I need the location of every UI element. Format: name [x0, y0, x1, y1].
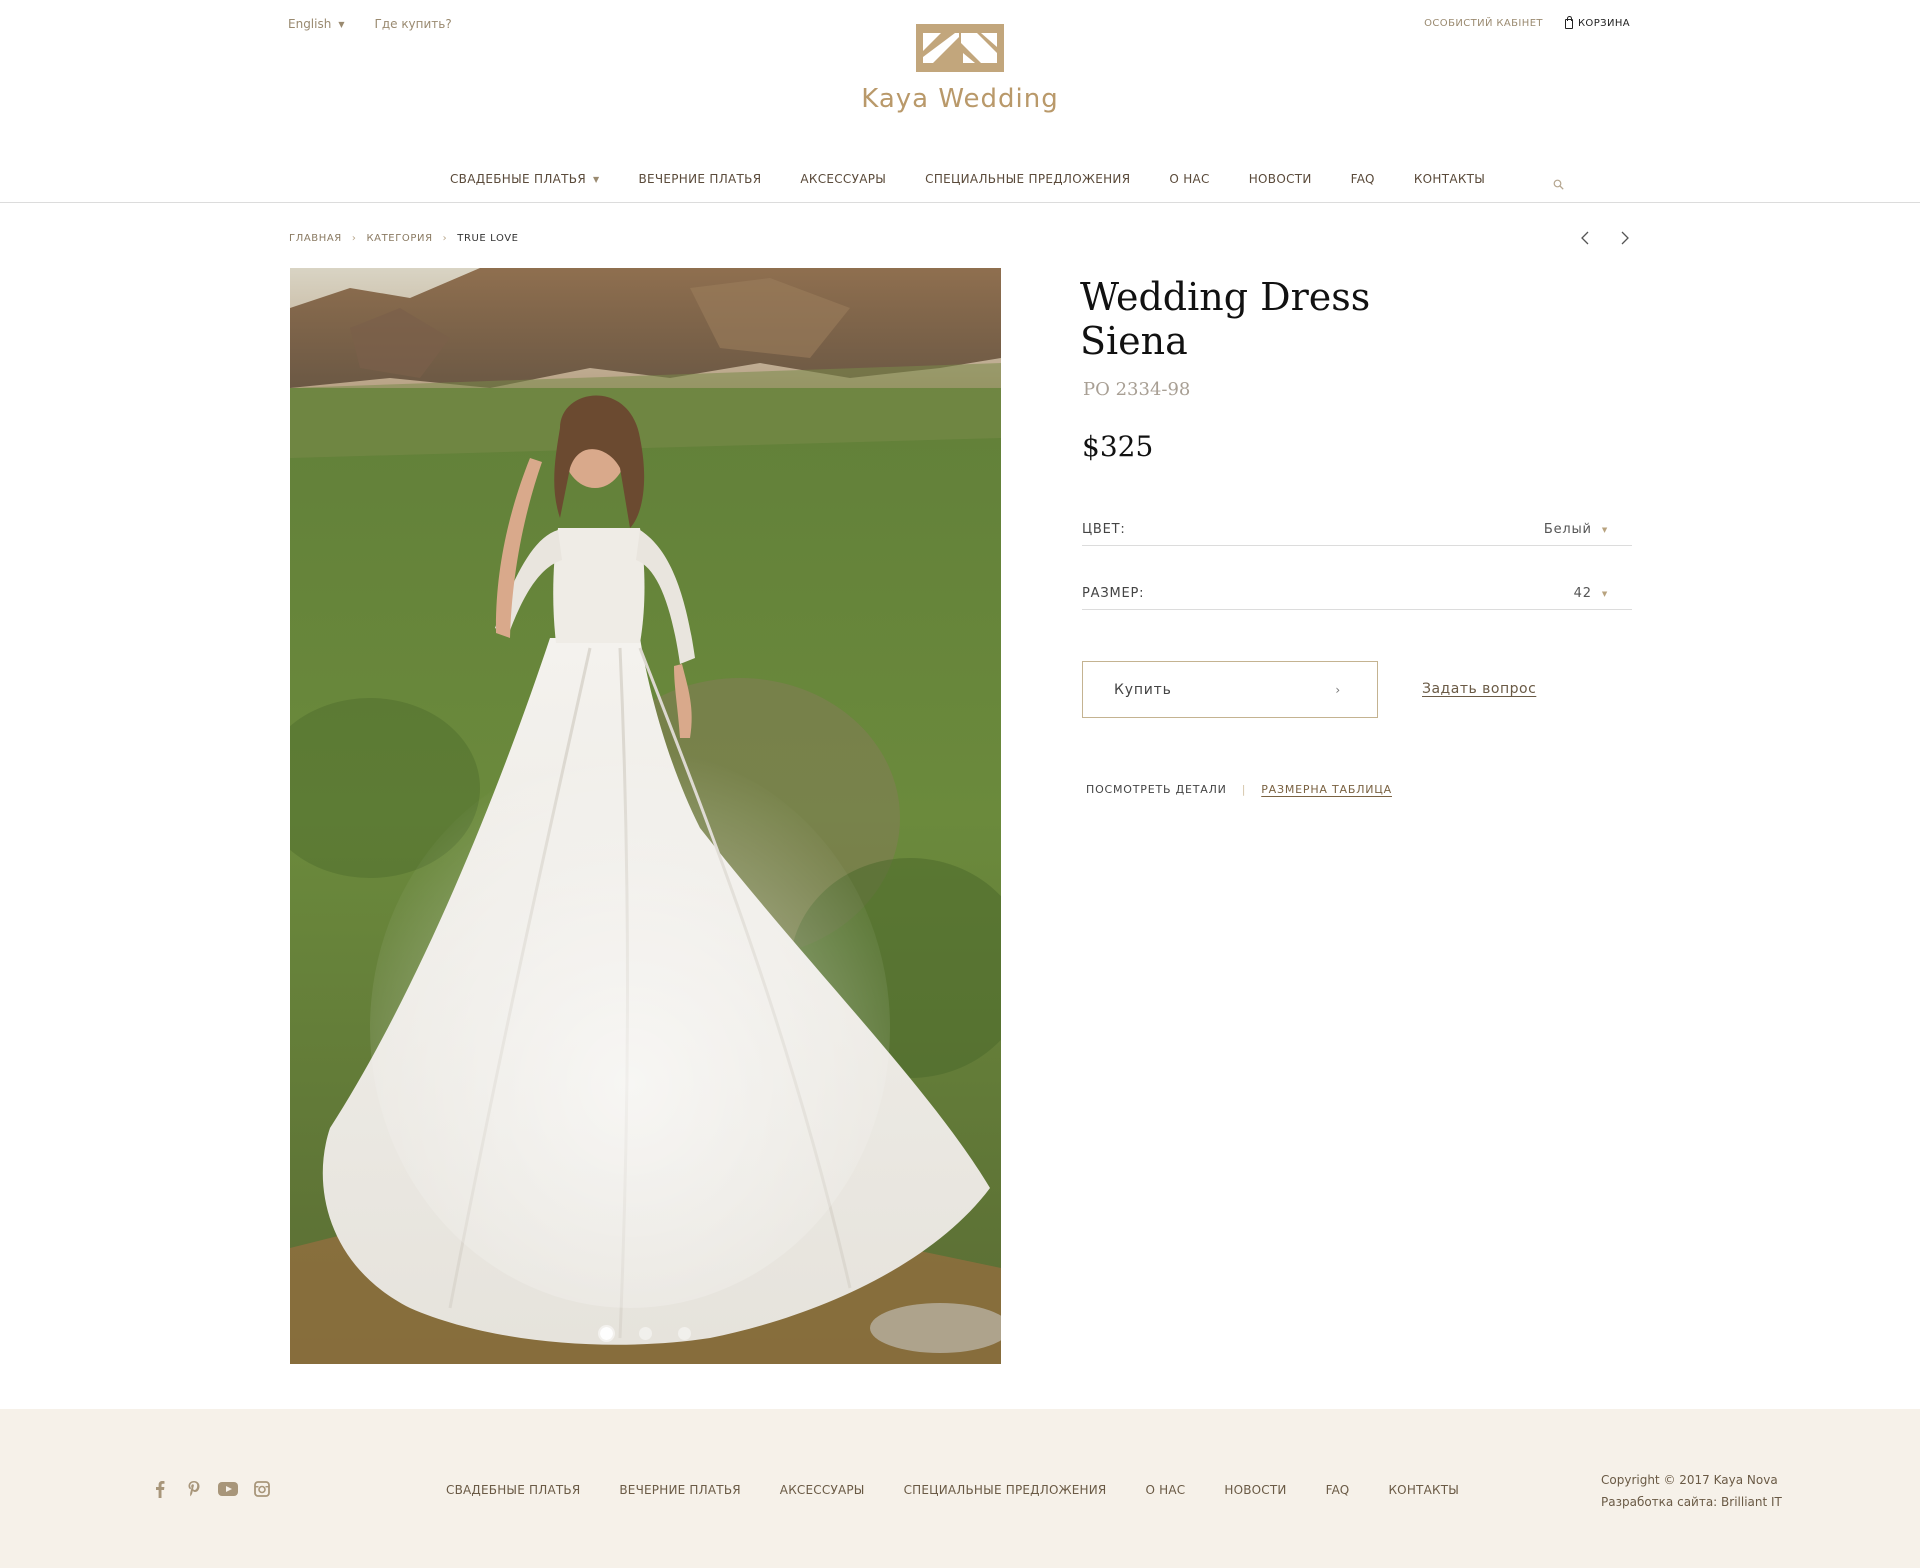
product-extra-links: ПОСМОТРЕТЬ ДЕТАЛИ | РАЗМЕРНА ТАБЛИЦА	[1086, 783, 1392, 796]
footer-nav-accessories[interactable]: АКСЕССУАРЫ	[780, 1483, 865, 1497]
nav-item-about[interactable]: О НАС	[1169, 172, 1209, 186]
breadcrumb-home[interactable]: ГЛАВНАЯ	[289, 233, 342, 244]
chevron-down-icon: ▼	[592, 174, 600, 184]
product-photo[interactable]	[290, 268, 1001, 1364]
ask-question-link[interactable]: Задать вопрос	[1422, 681, 1536, 697]
nav-item-wedding-dresses[interactable]: СВАДЕБНЫЕ ПЛАТЬЯ ▼	[450, 172, 599, 186]
footer-nav-faq[interactable]: FAQ	[1326, 1483, 1350, 1497]
prev-product-button[interactable]	[1578, 228, 1592, 248]
color-label: ЦВЕТ:	[1082, 522, 1126, 537]
next-product-button[interactable]	[1618, 228, 1632, 248]
gallery-dot-1[interactable]	[600, 1327, 613, 1340]
product-title: Wedding Dress Siena	[1080, 275, 1480, 363]
footer-nav: СВАДЕБНЫЕ ПЛАТЬЯ ВЕЧЕРНИЕ ПЛАТЬЯ АКСЕССУ…	[446, 1483, 1459, 1497]
search-icon[interactable]	[1553, 175, 1564, 190]
breadcrumb-separator: ›	[351, 233, 357, 244]
view-details-link[interactable]: ПОСМОТРЕТЬ ДЕТАЛИ	[1086, 783, 1227, 796]
buy-button[interactable]: Купить ›	[1082, 661, 1378, 718]
gallery-dot-2[interactable]	[639, 1327, 652, 1340]
pinterest-icon[interactable]	[184, 1479, 204, 1499]
nav-item-accessories[interactable]: АКСЕССУАРЫ	[800, 172, 886, 186]
developer-credit[interactable]: Разработка сайта: Brilliant IT	[1601, 1491, 1782, 1513]
footer: СВАДЕБНЫЕ ПЛАТЬЯ ВЕЧЕРНИЕ ПЛАТЬЯ АКСЕССУ…	[0, 1409, 1920, 1568]
gallery-dots	[290, 1327, 1001, 1340]
footer-copyright-block: Copyright © 2017 Kaya Nova Разработка са…	[1601, 1469, 1782, 1513]
footer-nav-special-offers[interactable]: СПЕЦИАЛЬНЫЕ ПРЕДЛОЖЕНИЯ	[904, 1483, 1107, 1497]
color-option: ЦВЕТ: Белый ▼	[1082, 522, 1632, 546]
product-price: $325	[1082, 430, 1154, 463]
chevron-right-icon	[1621, 231, 1629, 245]
footer-nav-about[interactable]: О НАС	[1145, 1483, 1185, 1497]
color-value: Белый	[1543, 522, 1592, 537]
gallery-dot-3[interactable]	[678, 1327, 691, 1340]
color-select[interactable]: Белый ▼	[1544, 522, 1632, 537]
size-table-link[interactable]: РАЗМЕРНА ТАБЛИЦА	[1261, 783, 1392, 796]
main-nav: СВАДЕБНЫЕ ПЛАТЬЯ ▼ ВЕЧЕРНИЕ ПЛАТЬЯ АКСЕС…	[450, 172, 1485, 186]
link-divider: |	[1241, 783, 1247, 796]
brand-name: Kaya Wedding	[861, 84, 1059, 114]
brand-logo[interactable]: Kaya Wedding	[0, 24, 1920, 114]
product-title-line1: Wedding Dress	[1080, 275, 1371, 319]
chevron-down-icon: ▼	[1601, 525, 1608, 534]
product-title-line2: Siena	[1080, 319, 1188, 363]
youtube-icon[interactable]	[218, 1479, 238, 1499]
nav-item-evening-dresses[interactable]: ВЕЧЕРНИЕ ПЛАТЬЯ	[638, 172, 761, 186]
social-links	[150, 1479, 272, 1499]
nav-item-label: СВАДЕБНЫЕ ПЛАТЬЯ	[450, 172, 586, 186]
nav-item-special-offers[interactable]: СПЕЦИАЛЬНЫЕ ПРЕДЛОЖЕНИЯ	[925, 172, 1130, 186]
footer-nav-evening-dresses[interactable]: ВЕЧЕРНИЕ ПЛАТЬЯ	[619, 1483, 740, 1497]
dress-photo-illustration	[290, 268, 1001, 1364]
nav-item-faq[interactable]: FAQ	[1351, 172, 1375, 186]
logo-mark-icon	[916, 24, 1004, 72]
breadcrumb-separator: ›	[442, 233, 448, 244]
footer-nav-wedding-dresses[interactable]: СВАДЕБНЫЕ ПЛАТЬЯ	[446, 1483, 580, 1497]
footer-nav-news[interactable]: НОВОСТИ	[1224, 1483, 1286, 1497]
facebook-icon[interactable]	[150, 1479, 170, 1499]
instagram-icon[interactable]	[252, 1479, 272, 1499]
chevron-left-icon	[1581, 231, 1589, 245]
chevron-down-icon: ▼	[1601, 589, 1608, 598]
breadcrumb-current: TRUE LOVE	[457, 233, 519, 244]
footer-nav-contacts[interactable]: КОНТАКТЫ	[1388, 1483, 1459, 1497]
buy-button-label: Купить	[1114, 681, 1172, 698]
chevron-right-icon: ›	[1335, 682, 1341, 697]
size-value: 42	[1573, 586, 1592, 601]
product-pager	[1578, 228, 1632, 248]
nav-divider	[0, 202, 1920, 203]
size-label: РАЗМЕР:	[1082, 586, 1145, 601]
breadcrumb-category[interactable]: КАТЕГОРИЯ	[366, 233, 432, 244]
copyright-text: Copyright © 2017 Kaya Nova	[1601, 1473, 1778, 1487]
nav-item-news[interactable]: НОВОСТИ	[1249, 172, 1312, 186]
nav-item-contacts[interactable]: КОНТАКТЫ	[1414, 172, 1485, 186]
breadcrumb: ГЛАВНАЯ › КАТЕГОРИЯ › TRUE LOVE	[289, 233, 519, 244]
product-sku: PO 2334-98	[1083, 379, 1191, 400]
size-option: РАЗМЕР: 42 ▼	[1082, 586, 1632, 610]
size-select[interactable]: 42 ▼	[1574, 586, 1632, 601]
